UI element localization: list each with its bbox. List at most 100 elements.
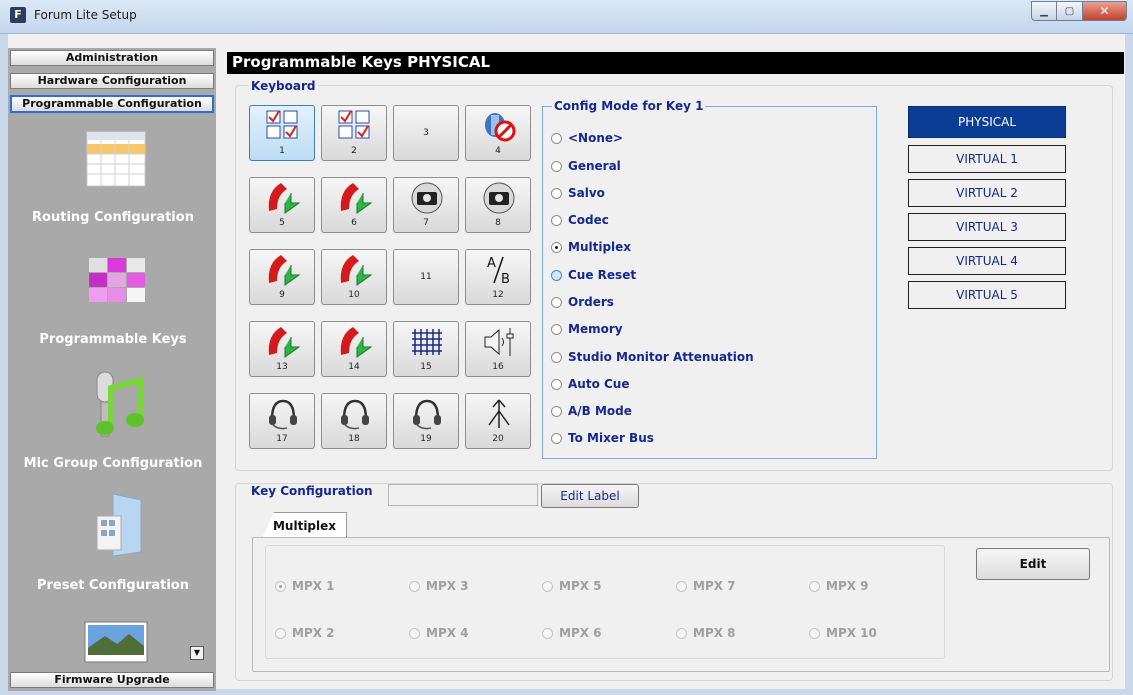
nav-administration[interactable]: Administration <box>10 50 214 66</box>
nav-programmable-configuration[interactable]: Programmable Configuration <box>10 95 214 113</box>
config-option-codec[interactable]: Codec <box>551 211 609 229</box>
phone-arrow-icon <box>268 255 301 286</box>
phone-arrow-icon <box>268 183 301 214</box>
mpx-3-radio[interactable]: MPX 3 <box>409 579 469 593</box>
key-number: 16 <box>492 362 504 372</box>
key-18[interactable]: 18 <box>321 393 387 449</box>
key-number: 15 <box>420 362 432 372</box>
key-3[interactable]: 3 <box>393 105 459 161</box>
option-label: Auto Cue <box>568 377 630 391</box>
key-number: 11 <box>420 272 432 282</box>
radio-icon <box>542 627 553 639</box>
config-option-to-mixer-bus[interactable]: To Mixer Bus <box>551 429 654 447</box>
window-title: Forum Lite Setup <box>34 8 137 22</box>
key-number: 5 <box>279 218 285 228</box>
edit-button[interactable]: Edit <box>976 548 1090 580</box>
mode-physical-button[interactable]: PHYSICAL <box>908 106 1066 138</box>
mpx-10-radio[interactable]: MPX 10 <box>809 626 877 640</box>
mpx-6-radio[interactable]: MPX 6 <box>542 626 602 640</box>
config-option-general[interactable]: General <box>551 157 621 175</box>
mode-virtual-5-button[interactable]: VIRTUAL 5 <box>908 281 1066 309</box>
mpx-2-radio[interactable]: MPX 2 <box>275 626 335 640</box>
mpx-9-radio[interactable]: MPX 9 <box>809 579 869 593</box>
photo-icon <box>84 621 148 663</box>
key-1[interactable]: 1 <box>249 105 315 161</box>
config-option-memory[interactable]: Memory <box>551 320 623 338</box>
radio-icon <box>551 405 562 417</box>
mode-virtual-2-button[interactable]: VIRTUAL 2 <box>908 179 1066 207</box>
camera-icon <box>483 182 515 214</box>
matrix-grid-icon <box>412 329 442 355</box>
radio-icon <box>551 187 562 199</box>
key-16[interactable]: 16 <box>465 321 531 377</box>
key-20[interactable]: 20 <box>465 393 531 449</box>
nav-hardware-configuration[interactable]: Hardware Configuration <box>10 73 214 89</box>
key-number: 4 <box>495 146 501 156</box>
mpx-label: MPX 9 <box>826 579 869 593</box>
mode-virtual-4-button[interactable]: VIRTUAL 4 <box>908 247 1066 275</box>
key-10[interactable]: 10 <box>321 249 387 305</box>
key-5[interactable]: 5 <box>249 177 315 233</box>
phone-arrow-icon <box>268 327 301 358</box>
ab-icon: A B <box>487 256 510 287</box>
tab-multiplex[interactable]: Multiplex <box>262 512 347 538</box>
config-option-orders[interactable]: Orders <box>551 293 614 311</box>
key-number: 18 <box>348 434 360 444</box>
radio-selected-icon <box>551 241 562 253</box>
config-option-ab-mode[interactable]: A/B Mode <box>551 402 632 420</box>
mpx-4-radio[interactable]: MPX 4 <box>409 626 469 640</box>
close-button[interactable]: ✕ <box>1083 1 1127 21</box>
minimize-button[interactable]: ▁ <box>1031 1 1057 21</box>
key-label-input[interactable] <box>388 484 538 506</box>
headset-icon <box>269 399 297 430</box>
routing-grid-icon <box>86 131 146 187</box>
mode-virtual-3-button[interactable]: VIRTUAL 3 <box>908 213 1066 241</box>
key-2[interactable]: 2 <box>321 105 387 161</box>
mpx-label: MPX 1 <box>292 579 335 593</box>
ab-icon-a: A <box>487 256 496 271</box>
key-15[interactable]: 15 <box>393 321 459 377</box>
checkbox-grid-icon <box>266 110 298 139</box>
radio-icon <box>551 323 562 335</box>
config-option-auto-cue[interactable]: Auto Cue <box>551 375 629 393</box>
key-17[interactable]: 17 <box>249 393 315 449</box>
mpx-label: MPX 4 <box>426 626 469 640</box>
config-option-none[interactable]: <None> <box>551 129 623 147</box>
config-mode-title: Config Mode for Key 1 <box>552 99 706 113</box>
nav-label: Preset Configuration <box>36 578 189 593</box>
nav-label: Programmable Keys <box>39 332 187 347</box>
key-number: 17 <box>276 434 288 444</box>
mpx-8-radio[interactable]: MPX 8 <box>676 626 736 640</box>
key-8[interactable]: 8 <box>465 177 531 233</box>
edit-label-button[interactable]: Edit Label <box>541 484 639 508</box>
mpx-1-radio[interactable]: MPX 1 <box>275 579 335 593</box>
config-option-salvo[interactable]: Salvo <box>551 184 605 202</box>
key-9[interactable]: 9 <box>249 249 315 305</box>
config-option-studio-monitor-attenuation[interactable]: Studio Monitor Attenuation <box>551 348 754 366</box>
camera-icon <box>411 182 443 214</box>
config-option-cue-reset[interactable]: Cue Reset <box>551 266 636 284</box>
mpx-7-radio[interactable]: MPX 7 <box>676 579 736 593</box>
key-11[interactable]: 11 <box>393 249 459 305</box>
option-label: Multiplex <box>568 240 632 254</box>
mpx-label: MPX 6 <box>559 626 602 640</box>
nav-firmware-upgrade[interactable]: Firmware Upgrade <box>10 672 214 688</box>
key-4[interactable]: 4 <box>465 105 531 161</box>
key-7[interactable]: 7 <box>393 177 459 233</box>
key-19[interactable]: 19 <box>393 393 459 449</box>
key-6[interactable]: 6 <box>321 177 387 233</box>
maximize-button[interactable]: ▢ <box>1057 1 1083 21</box>
mode-virtual-1-button[interactable]: VIRTUAL 1 <box>908 145 1066 173</box>
key-13[interactable]: 13 <box>249 321 315 377</box>
key-number: 3 <box>423 128 429 138</box>
config-option-multiplex[interactable]: Multiplex <box>551 238 631 256</box>
sidebar-scroll-down-button[interactable]: ▼ <box>190 646 204 660</box>
key-14[interactable]: 14 <box>321 321 387 377</box>
mpx-options-box <box>265 545 945 659</box>
option-label: Memory <box>568 322 623 336</box>
radio-icon <box>551 132 562 144</box>
page-title-bar: Programmable Keys PHYSICAL <box>227 52 1124 74</box>
mpx-5-radio[interactable]: MPX 5 <box>542 579 602 593</box>
key-12[interactable]: A B 12 <box>465 249 531 305</box>
mpx-label: MPX 7 <box>693 579 736 593</box>
